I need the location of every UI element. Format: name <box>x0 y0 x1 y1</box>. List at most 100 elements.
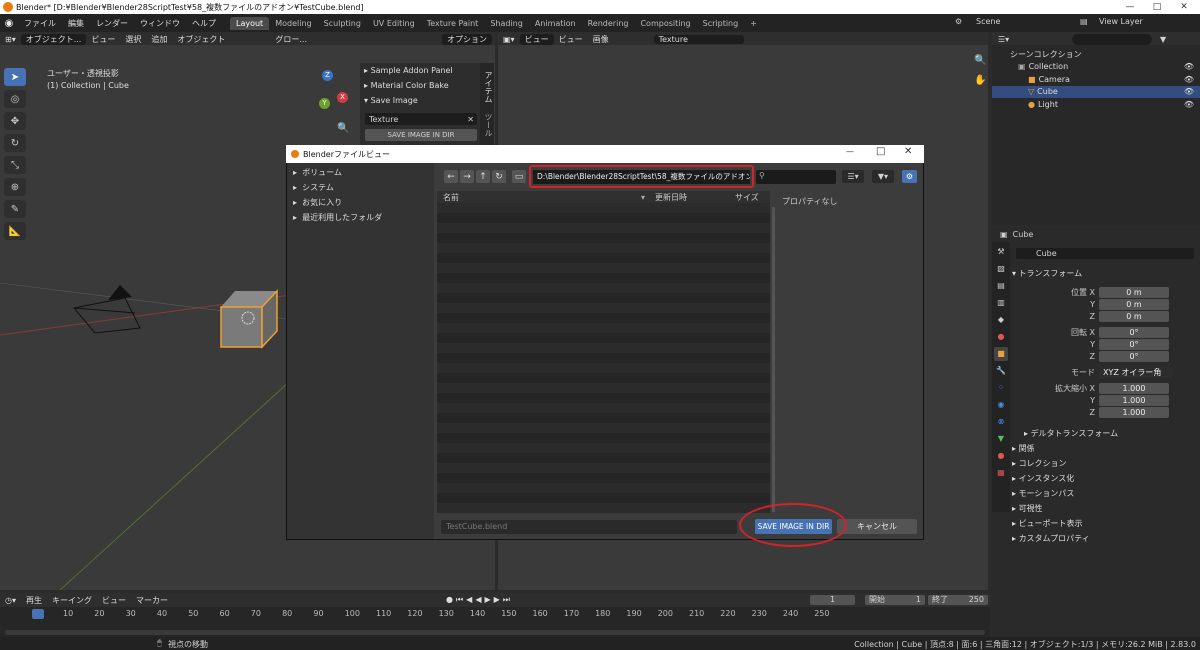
instancing-section[interactable]: ▸ インスタンス化 <box>1012 473 1074 484</box>
rotation-x-field[interactable]: 0° <box>1099 327 1169 338</box>
panel-material-color-bake[interactable]: ▸ Material Color Bake <box>360 78 480 93</box>
filter-icon[interactable]: ▼ <box>1160 35 1166 44</box>
scale-y-field[interactable]: 1.000 <box>1099 395 1169 406</box>
outliner-row-cube[interactable]: ▽ Cube 👁 <box>992 85 1200 98</box>
options-dropdown[interactable]: オプション <box>442 34 492 45</box>
delta-transform-section[interactable]: ▸ デルタトランスフォーム <box>1024 428 1118 439</box>
location-y-field[interactable]: 0 m <box>1099 299 1169 310</box>
output-tab-icon[interactable]: ▤ <box>994 279 1008 293</box>
maximize-button[interactable]: □ <box>1145 0 1169 14</box>
tab-sculpting[interactable]: Sculpting <box>318 17 367 30</box>
gizmo-z-axis[interactable]: Z <box>322 70 333 81</box>
visibility-eye-icon[interactable]: 👁 <box>1184 100 1194 109</box>
tab-layout[interactable]: Layout <box>230 16 270 30</box>
tab-tool[interactable]: ツール <box>483 113 494 137</box>
column-date[interactable]: 更新日時 <box>655 192 687 203</box>
navigation-gizmo[interactable]: Z X Y <box>303 70 353 120</box>
new-folder-icon[interactable]: ▭ <box>512 170 526 183</box>
filename-input[interactable]: TestCube.blend <box>441 520 737 534</box>
view-menu[interactable]: ビュー <box>97 595 131 606</box>
visibility-eye-icon[interactable]: 👁 <box>1184 87 1194 96</box>
refresh-icon[interactable]: ↻ <box>492 170 506 183</box>
annotate-tool-icon[interactable]: ✎ <box>4 200 26 218</box>
view-menu[interactable]: ビュー <box>554 34 588 45</box>
zoom-icon[interactable]: 🔍 <box>337 123 349 134</box>
playhead[interactable] <box>32 609 44 619</box>
zoom-icon[interactable]: 🔍 <box>974 55 986 66</box>
sort-chevron-icon[interactable]: ▾ <box>641 193 645 202</box>
select-tool-icon[interactable]: ➤ <box>4 68 26 86</box>
particles-tab-icon[interactable]: ⁘ <box>994 381 1008 395</box>
playback-menu[interactable]: 再生 <box>21 595 47 606</box>
scale-x-field[interactable]: 1.000 <box>1099 383 1169 394</box>
location-x-field[interactable]: 0 m <box>1099 287 1169 298</box>
scale-tool-icon[interactable]: ⤡ <box>4 156 26 174</box>
constraints-tab-icon[interactable]: ⊗ <box>994 415 1008 429</box>
parent-dir-icon[interactable]: ↑ <box>476 170 490 183</box>
start-frame-field[interactable]: 開始 1 <box>865 595 925 605</box>
scene-name[interactable]: Scene <box>976 17 1000 26</box>
tab-item[interactable]: アイテム <box>483 71 494 103</box>
outliner-scene-collection[interactable]: シーンコレクション <box>992 48 1200 61</box>
sidebar-system[interactable]: ▸ システム <box>287 180 434 195</box>
outliner-row-light[interactable]: ● Light 👁 <box>992 98 1200 111</box>
editor-type-icon[interactable]: ☰▾ <box>998 35 1009 44</box>
cursor-tool-icon[interactable]: ◎ <box>4 90 26 108</box>
settings-gear-icon[interactable]: ⚙ <box>902 170 917 183</box>
filename-search-input[interactable]: ⚲ <box>756 170 836 184</box>
object-name-field[interactable]: Cube <box>1016 248 1194 259</box>
select-menu[interactable]: 選択 <box>120 34 146 45</box>
rotation-z-field[interactable]: 0° <box>1099 351 1169 362</box>
modifier-tab-icon[interactable]: 🔧 <box>994 364 1008 378</box>
outliner-row-camera[interactable]: ■ Camera 👁 <box>992 73 1200 86</box>
tab-shading[interactable]: Shading <box>484 17 529 30</box>
tab-modeling[interactable]: Modeling <box>269 17 317 30</box>
tool-tab-icon[interactable]: ⚒ <box>994 245 1008 259</box>
custom-properties-section[interactable]: ▸ カスタムプロパティ <box>1012 533 1090 544</box>
sidebar-bookmarks[interactable]: ▸ お気に入り <box>287 195 434 210</box>
blender-menu-icon[interactable]: ◉ <box>0 18 18 29</box>
panel-save-image[interactable]: ▾ Save Image <box>360 93 480 108</box>
rotate-tool-icon[interactable]: ↻ <box>4 134 26 152</box>
move-tool-icon[interactable]: ✥ <box>4 112 26 130</box>
texture-tab-icon[interactable]: ▦ <box>994 466 1008 480</box>
outliner-row-collection[interactable]: ▣ Collection 👁 <box>992 61 1200 74</box>
editor-type-icon[interactable]: ◷▾ <box>0 596 21 605</box>
keying-menu[interactable]: キーイング <box>47 595 97 606</box>
column-size[interactable]: サイズ <box>735 192 759 203</box>
texture-field[interactable]: Texture ✕ <box>365 113 477 125</box>
material-tab-icon[interactable]: ● <box>994 449 1008 463</box>
dialog-minimize-button[interactable]: — <box>846 147 854 156</box>
tab-rendering[interactable]: Rendering <box>582 17 635 30</box>
close-window-button[interactable]: ✕ <box>1172 0 1196 14</box>
tab-uv-editing[interactable]: UV Editing <box>367 17 421 30</box>
display-mode-icon[interactable]: ☰▾ <box>842 170 864 183</box>
transform-tool-icon[interactable]: ⊕ <box>4 178 26 196</box>
dialog-maximize-button[interactable]: □ <box>876 146 885 157</box>
transform-section-header[interactable]: ▾ トランスフォーム <box>1012 268 1082 279</box>
panel-sample-addon[interactable]: ▸ Sample Addon Panel <box>360 63 480 78</box>
render-tab-icon[interactable]: ▨ <box>994 262 1008 276</box>
view-menu[interactable]: ビュー <box>86 34 120 45</box>
menu-render[interactable]: レンダー <box>90 18 134 29</box>
add-workspace-button[interactable]: + <box>744 17 763 30</box>
menu-file[interactable]: ファイル <box>18 18 62 29</box>
end-frame-field[interactable]: 終了 250 <box>928 595 988 605</box>
editor-type-icon[interactable]: ▣▾ <box>498 35 520 44</box>
scene-tab-icon[interactable]: ◆ <box>994 313 1008 327</box>
tab-animation[interactable]: Animation <box>529 17 582 30</box>
clear-texture-icon[interactable]: ✕ <box>467 115 477 124</box>
world-tab-icon[interactable]: ● <box>994 330 1008 344</box>
visibility-eye-icon[interactable]: 👁 <box>1184 75 1194 84</box>
motion-paths-section[interactable]: ▸ モーションパス <box>1012 488 1074 499</box>
cancel-button[interactable]: キャンセル <box>837 519 917 534</box>
tab-texture-paint[interactable]: Texture Paint <box>421 17 485 30</box>
visibility-section[interactable]: ▸ 可視性 <box>1012 503 1043 514</box>
collections-section[interactable]: ▸ コレクション <box>1012 458 1067 469</box>
marker-menu[interactable]: マーカー <box>131 595 173 606</box>
menu-window[interactable]: ウィンドウ <box>134 18 186 29</box>
rotation-mode-select[interactable]: XYZ オイラー角 <box>1099 367 1173 378</box>
menu-edit[interactable]: 編集 <box>62 18 90 29</box>
timeline-body[interactable]: 1102030405060708090100110120130140150160… <box>0 607 990 637</box>
scale-z-field[interactable]: 1.000 <box>1099 407 1169 418</box>
